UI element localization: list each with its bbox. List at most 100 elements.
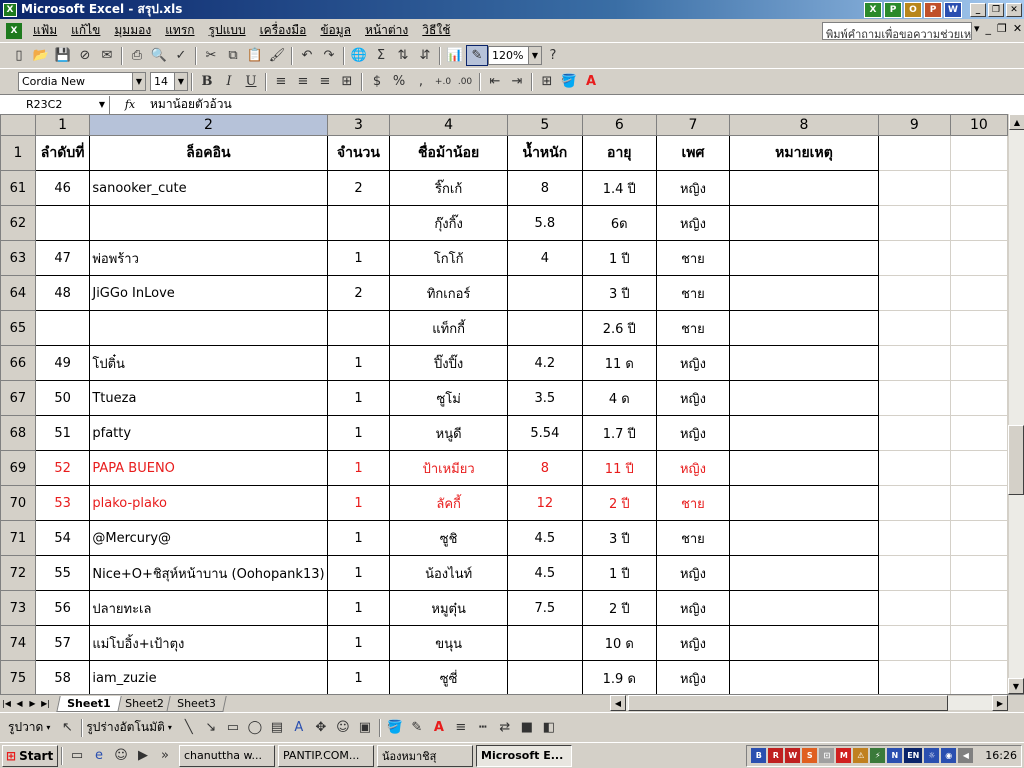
- horizontal-scrollbar[interactable]: ◀ ▶: [610, 695, 1008, 711]
- empty-cell[interactable]: [877, 520, 951, 556]
- spreadsheet-grid[interactable]: 1 2 3 4 5 6 7 8 9 10 1 ลำดับที่ ล็อคอิน …: [0, 114, 1008, 694]
- language-indicator[interactable]: EN: [904, 748, 923, 763]
- empty-cell[interactable]: [949, 660, 1008, 694]
- cell-sex[interactable]: หญิง: [655, 555, 731, 591]
- cell-weight[interactable]: [506, 275, 583, 311]
- ie-icon[interactable]: e: [88, 745, 110, 766]
- cell-count[interactable]: [326, 205, 391, 241]
- last-sheet-icon[interactable]: ▶|: [39, 697, 52, 711]
- task-pantip[interactable]: PANTIP.COM...: [278, 744, 374, 767]
- close-icon[interactable]: ✕: [1006, 2, 1022, 17]
- select-objects-icon[interactable]: ↖: [56, 717, 78, 738]
- borders-icon[interactable]: ⊞: [536, 71, 558, 92]
- cell-name[interactable]: โกโก้: [389, 240, 508, 276]
- cell-age[interactable]: 2.6 ปี: [581, 310, 657, 346]
- project-quick-icon[interactable]: P: [884, 1, 902, 18]
- header-cell[interactable]: ล็อคอิน: [89, 135, 328, 171]
- cell-sex[interactable]: ชาย: [655, 485, 731, 521]
- spelling-icon[interactable]: ✓: [170, 45, 192, 66]
- cell-note[interactable]: [729, 275, 879, 311]
- word-quick-icon[interactable]: W: [944, 1, 962, 18]
- column-header[interactable]: 6: [581, 114, 657, 136]
- help-icon[interactable]: ?: [542, 45, 564, 66]
- dash-style-icon[interactable]: ┅: [472, 717, 494, 738]
- merge-center-icon[interactable]: ⊞: [336, 71, 358, 92]
- cell-login[interactable]: pfatty: [89, 415, 328, 451]
- cell-age[interactable]: 1.7 ปี: [581, 415, 657, 451]
- align-right-icon[interactable]: ≡: [314, 71, 336, 92]
- cell-note[interactable]: [729, 555, 879, 591]
- empty-cell[interactable]: [877, 555, 951, 591]
- drawing-toggle-icon[interactable]: ✎: [466, 45, 488, 66]
- cell-login[interactable]: แม่โบอิ้ง+เป้าตุง: [89, 625, 328, 661]
- column-header[interactable]: 7: [655, 114, 731, 136]
- empty-cell[interactable]: [949, 590, 1008, 626]
- tray-app-icon[interactable]: W: [785, 748, 801, 763]
- cell-sex[interactable]: ชาย: [655, 520, 731, 556]
- tray-app-icon[interactable]: B: [751, 748, 767, 763]
- cell-age[interactable]: 1.9 ด: [581, 660, 657, 694]
- undo-icon[interactable]: ↶: [296, 45, 318, 66]
- tray-app-icon[interactable]: ⚡: [870, 748, 886, 763]
- autoshapes-menu[interactable]: รูปร่างอัตโนมัติ: [86, 718, 164, 737]
- draw-menu[interactable]: รูปวาด: [8, 718, 43, 737]
- cell-seq[interactable]: 47: [34, 240, 91, 276]
- cell-sex[interactable]: หญิง: [655, 345, 731, 381]
- chevron-down-icon[interactable]: ▾: [46, 723, 50, 732]
- doc-close-icon[interactable]: ✕: [1013, 22, 1022, 35]
- menu-file[interactable]: แฟ้ม: [26, 21, 64, 40]
- cell-login[interactable]: พ่อพร้าว: [89, 240, 328, 276]
- cell-seq[interactable]: 50: [34, 380, 91, 416]
- cell-weight[interactable]: 8: [506, 450, 583, 486]
- cell-seq[interactable]: 55: [34, 555, 91, 591]
- sheet-tab-2[interactable]: Sheet2: [113, 695, 175, 712]
- cell-age[interactable]: 1 ปี: [581, 240, 657, 276]
- workbook-icon[interactable]: X: [6, 22, 22, 39]
- cell-name[interactable]: หนูดี: [389, 415, 508, 451]
- line-icon[interactable]: ╲: [178, 717, 200, 738]
- cell-weight[interactable]: 4.2: [506, 345, 583, 381]
- cell-age[interactable]: 1.4 ปี: [581, 170, 657, 206]
- empty-cell[interactable]: [949, 240, 1008, 276]
- empty-cell[interactable]: [877, 275, 951, 311]
- column-header[interactable]: 1: [34, 114, 91, 136]
- cell-sex[interactable]: หญิง: [655, 380, 731, 416]
- menu-help[interactable]: วิธีใช้: [415, 21, 457, 40]
- cell-age[interactable]: 10 ด: [581, 625, 657, 661]
- picture-icon[interactable]: ▣: [354, 717, 376, 738]
- cell-age[interactable]: 4 ด: [581, 380, 657, 416]
- cell-weight[interactable]: 4.5: [506, 555, 583, 591]
- decrease-indent-icon[interactable]: ⇤: [484, 71, 506, 92]
- cell-name[interactable]: น้องไนท์: [389, 555, 508, 591]
- align-left-icon[interactable]: ≡: [270, 71, 292, 92]
- cell-count[interactable]: 1: [326, 520, 391, 556]
- cell-login[interactable]: plako-plako: [89, 485, 328, 521]
- rectangle-icon[interactable]: ▭: [222, 717, 244, 738]
- cell-note[interactable]: [729, 485, 879, 521]
- cell-note[interactable]: [729, 625, 879, 661]
- autosum-icon[interactable]: Σ: [370, 45, 392, 66]
- empty-cell[interactable]: [877, 345, 951, 381]
- column-header[interactable]: 3: [326, 114, 391, 136]
- cell-note[interactable]: [729, 205, 879, 241]
- percent-icon[interactable]: %: [388, 71, 410, 92]
- row-header[interactable]: 71: [0, 520, 36, 556]
- row-header[interactable]: 68: [0, 415, 36, 451]
- cell-seq[interactable]: 56: [34, 590, 91, 626]
- cell-note[interactable]: [729, 380, 879, 416]
- vertical-scrollbar[interactable]: ▲: [1008, 114, 1024, 694]
- cell-weight[interactable]: 8: [506, 170, 583, 206]
- cell-sex[interactable]: หญิง: [655, 205, 731, 241]
- cell-sex[interactable]: หญิง: [655, 660, 731, 694]
- header-cell[interactable]: หมายเหตุ: [729, 135, 879, 171]
- cell-seq[interactable]: 57: [34, 625, 91, 661]
- empty-cell[interactable]: [877, 590, 951, 626]
- arrow-icon[interactable]: ↘: [200, 717, 222, 738]
- row-header[interactable]: 70: [0, 485, 36, 521]
- cell-login[interactable]: Ttueza: [89, 380, 328, 416]
- doc-restore-icon[interactable]: ❐: [997, 22, 1007, 35]
- cell-weight[interactable]: 7.5: [506, 590, 583, 626]
- cell-age[interactable]: 3 ปี: [581, 520, 657, 556]
- menu-window[interactable]: หน้าต่าง: [358, 21, 415, 40]
- cell-name[interactable]: ทิกเกอร์: [389, 275, 508, 311]
